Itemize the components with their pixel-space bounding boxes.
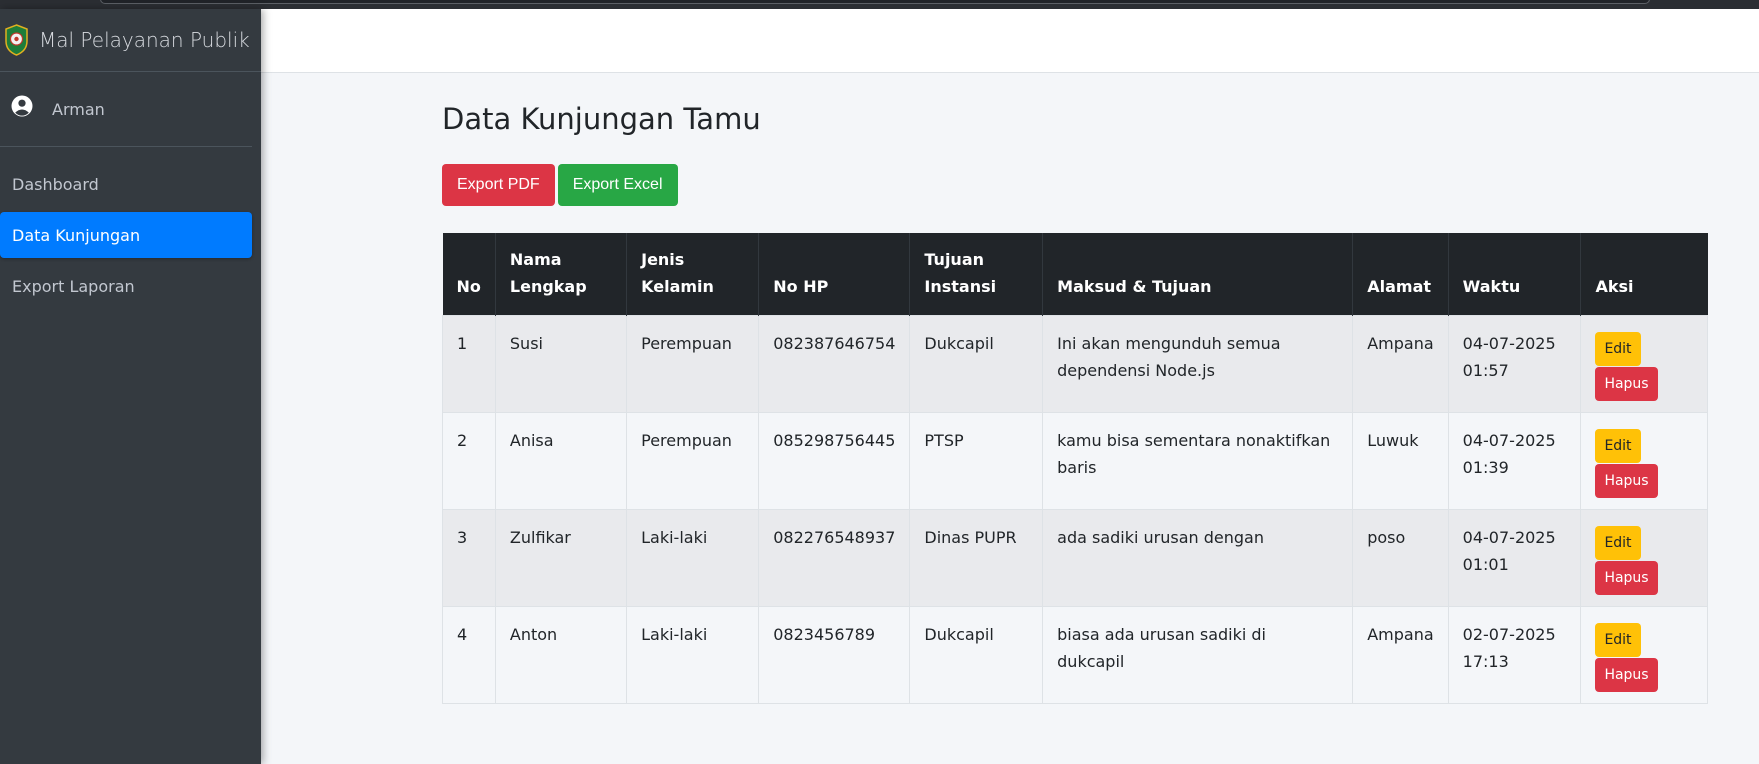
cell-no: 1 (442, 314, 496, 413)
cell-no: 2 (442, 411, 496, 510)
visits-table: No Nama Lengkap Jenis Kelamin No HP Tujuan… (442, 233, 1708, 704)
cell-instansi: Dukcapil (909, 605, 1044, 704)
cell-waktu: 04-07-2025 01:57 (1447, 314, 1582, 413)
cell-instansi: Dukcapil (909, 314, 1044, 413)
cell-nama: Anisa (494, 411, 628, 510)
cell-waktu: 04-07-2025 01:39 (1447, 411, 1582, 510)
header-no-hp[interactable]: No HP (758, 233, 911, 315)
header-alamat[interactable]: Alamat (1352, 233, 1449, 315)
browser-address-bar (100, 0, 1650, 4)
header-nama-lengkap[interactable]: Nama Lengkap (495, 233, 628, 315)
top-navbar (261, 9, 1759, 73)
cell-maksud: Ini akan mengunduh semua dependensi Node.… (1042, 314, 1354, 413)
cell-instansi: Dinas PUPR (909, 508, 1044, 607)
cell-no: 3 (442, 508, 496, 607)
export-buttons: Export PDF Export Excel (442, 164, 1708, 206)
main-content: Data Kunjungan Tamu Export PDF Export Ex… (442, 73, 1708, 704)
cell-alamat: poso (1352, 508, 1449, 607)
delete-button[interactable]: Hapus (1595, 366, 1658, 401)
edit-button[interactable]: Edit (1595, 525, 1641, 560)
edit-button[interactable]: Edit (1595, 622, 1641, 657)
sidebar-item-data-kunjungan[interactable]: Data Kunjungan (0, 212, 252, 258)
delete-button[interactable]: Hapus (1595, 657, 1658, 692)
brand[interactable]: Mal Pelayanan Publik (0, 9, 261, 72)
header-waktu[interactable]: Waktu (1448, 233, 1582, 315)
header-tujuan-instansi[interactable]: Tujuan Instansi (909, 233, 1044, 315)
cell-jenis-kelamin: Perempuan (626, 411, 760, 510)
edit-button[interactable]: Edit (1595, 428, 1641, 463)
cell-jenis-kelamin: Perempuan (626, 314, 760, 413)
cell-alamat: Luwuk (1352, 411, 1449, 510)
edit-button[interactable]: Edit (1595, 331, 1641, 366)
table-row: 4 Anton Laki-laki 0823456789 Dukcapil bi… (442, 605, 1708, 704)
app-title: Mal Pelayanan Publik (39, 28, 250, 52)
cell-instansi: PTSP (909, 411, 1044, 510)
table-row: 1 Susi Perempuan 082387646754 Dukcapil I… (442, 314, 1708, 413)
sidebar: Mal Pelayanan Publik Arman Dashboard Dat… (0, 9, 261, 764)
cell-nama: Zulfikar (494, 508, 628, 607)
export-excel-button[interactable]: Export Excel (557, 164, 678, 206)
cell-maksud: biasa ada urusan sadiki di dukcapil (1042, 605, 1354, 704)
cell-alamat: Ampana (1352, 314, 1449, 413)
cell-no-hp: 0823456789 (758, 605, 911, 704)
cell-aksi: Edit Hapus (1580, 605, 1708, 704)
delete-button[interactable]: Hapus (1595, 463, 1658, 498)
cell-waktu: 02-07-2025 17:13 (1447, 605, 1582, 704)
table-header: No Nama Lengkap Jenis Kelamin No HP Tujuan… (442, 233, 1708, 315)
export-pdf-button[interactable]: Export PDF (442, 164, 555, 206)
header-no[interactable]: No (442, 233, 496, 315)
user-avatar-icon (11, 95, 33, 117)
delete-button[interactable]: Hapus (1595, 560, 1658, 595)
cell-nama: Susi (494, 314, 628, 413)
browser-top-strip (0, 0, 1759, 9)
cell-no-hp: 082276548937 (758, 508, 911, 607)
cell-no: 4 (442, 605, 496, 704)
table-row: 2 Anisa Perempuan 085298756445 PTSP kamu… (442, 411, 1708, 510)
table-row: 3 Zulfikar Laki-laki 082276548937 Dinas … (442, 508, 1708, 607)
cell-aksi: Edit Hapus (1580, 508, 1708, 607)
table-body: 1 Susi Perempuan 082387646754 Dukcapil I… (442, 314, 1708, 704)
user-panel[interactable]: Arman (0, 72, 252, 147)
logo-icon (5, 24, 28, 56)
sidebar-item-export-laporan[interactable]: Export Laporan (0, 263, 252, 309)
cell-alamat: Ampana (1352, 605, 1449, 704)
header-aksi: Aksi (1580, 233, 1708, 315)
cell-aksi: Edit Hapus (1580, 411, 1708, 510)
header-jenis-kelamin[interactable]: Jenis Kelamin (626, 233, 760, 315)
cell-aksi: Edit Hapus (1580, 314, 1708, 413)
user-name: Arman (52, 99, 105, 119)
sidebar-nav: Dashboard Data Kunjungan Export Laporan (0, 161, 261, 309)
cell-jenis-kelamin: Laki-laki (626, 605, 760, 704)
cell-waktu: 04-07-2025 01:01 (1447, 508, 1582, 607)
cell-maksud: ada sadiki urusan dengan (1042, 508, 1354, 607)
cell-jenis-kelamin: Laki-laki (626, 508, 760, 607)
cell-maksud: kamu bisa sementara nonaktifkan baris (1042, 411, 1354, 510)
header-maksud-tujuan[interactable]: Maksud & Tujuan (1042, 233, 1354, 315)
cell-no-hp: 082387646754 (758, 314, 911, 413)
cell-no-hp: 085298756445 (758, 411, 911, 510)
page-title: Data Kunjungan Tamu (442, 102, 761, 136)
sidebar-item-dashboard[interactable]: Dashboard (0, 161, 252, 207)
cell-nama: Anton (494, 605, 628, 704)
